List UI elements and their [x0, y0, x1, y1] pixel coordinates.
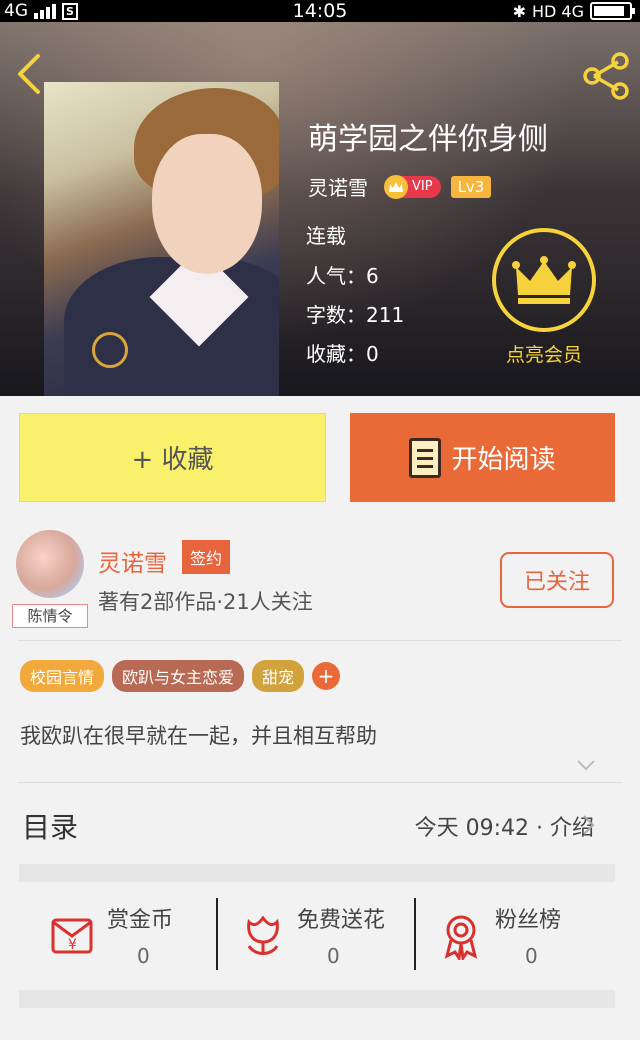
book-icon: [409, 437, 442, 478]
reward-label: 免费送花: [297, 908, 386, 933]
book-header: 萌学园之伴你身侧 灵诺雪 VIP Lv3 连载 人气：6 字数：211 收藏：0…: [0, 22, 640, 396]
expand-button[interactable]: [576, 756, 596, 771]
network-indicator: HD 4G: [531, 1, 584, 21]
reward-label: 粉丝榜: [495, 908, 562, 933]
reward-label: 赏金币: [107, 908, 174, 933]
author-name[interactable]: 灵诺雪: [98, 544, 167, 578]
flower-icon: [247, 915, 279, 955]
crown-icon: [512, 256, 576, 304]
ribbon-award-icon: [444, 915, 478, 960]
author-avatar[interactable]: [16, 530, 84, 598]
tag-item[interactable]: 校园言情: [20, 660, 105, 692]
back-chevron-icon: [18, 54, 40, 94]
divider: [18, 640, 622, 641]
bluetooth-icon: ✱: [512, 1, 526, 21]
reward-fan-ranking[interactable]: 粉丝榜 0: [407, 898, 597, 978]
toc-update[interactable]: 今天 09:42 · 介绍: [415, 810, 594, 842]
book-word-count: 字数：211: [306, 303, 405, 327]
start-reading-label: 开始阅读: [451, 445, 556, 475]
avatar-tag: 陈情令: [12, 604, 88, 628]
book-title: 萌学园之伴你身侧: [308, 122, 548, 157]
add-tag-button[interactable]: +: [312, 662, 341, 690]
vip-crown-icon: [384, 174, 408, 199]
tag-item[interactable]: 欧趴与女主恋爱: [112, 660, 245, 692]
toc-title[interactable]: 目录: [22, 806, 78, 846]
reward-bar: ¥ 赏金币 0 免费送花 0 粉丝榜 0: [19, 884, 615, 990]
author-card: 陈情令 灵诺雪 签约 著有2部作品·21人关注 已关注: [0, 522, 640, 640]
status-bar: 4G S 14:05 ✱ HD 4G: [0, 0, 640, 22]
reward-value: 0: [327, 944, 340, 968]
book-cover[interactable]: [44, 82, 279, 396]
section-separator: [19, 864, 615, 882]
divider: [18, 782, 622, 783]
battery-icon: [590, 2, 635, 20]
start-reading-button[interactable]: 开始阅读: [350, 413, 615, 502]
tag-list: 校园言情 欧趴与女主恋爱 甜宠 +: [20, 660, 341, 692]
book-detail-body: + 收藏 开始阅读 陈情令 灵诺雪 签约 著有2部作品·21人关注 已关注 校园…: [0, 396, 640, 1040]
follow-button[interactable]: 已关注: [500, 552, 614, 608]
reward-flower[interactable]: 免费送花 0: [209, 898, 399, 978]
member-label: 点亮会员: [505, 344, 582, 366]
book-description: 我欧趴在很早就在一起，并且相互帮助: [20, 724, 377, 748]
chevron-down-icon: [577, 760, 595, 771]
reward-value: 0: [137, 944, 150, 968]
reward-value: 0: [525, 944, 538, 968]
toc-chevron[interactable]: [582, 814, 596, 836]
tag-item[interactable]: 甜宠: [252, 660, 305, 692]
member-button[interactable]: 点亮会员: [492, 228, 596, 378]
book-popularity: 人气：6: [306, 264, 379, 288]
section-separator: [19, 990, 615, 1008]
favorite-button[interactable]: + 收藏: [19, 413, 326, 502]
chevron-right-icon: [583, 815, 595, 835]
book-favorites: 收藏：0: [306, 342, 379, 366]
signed-badge: 签约: [182, 540, 231, 574]
back-button[interactable]: [14, 52, 44, 96]
author-meta: 著有2部作品·21人关注: [98, 590, 313, 614]
share-icon: [583, 52, 629, 100]
book-status: 连载: [306, 224, 346, 248]
book-author[interactable]: 灵诺雪: [308, 172, 368, 201]
share-button[interactable]: [580, 50, 632, 102]
reward-coins[interactable]: ¥ 赏金币 0: [19, 898, 209, 978]
level-badge: Lv3: [450, 175, 492, 198]
svg-text:¥: ¥: [68, 937, 77, 953]
red-envelope-icon: ¥: [51, 918, 93, 954]
vip-badge: VIP: [384, 174, 441, 199]
